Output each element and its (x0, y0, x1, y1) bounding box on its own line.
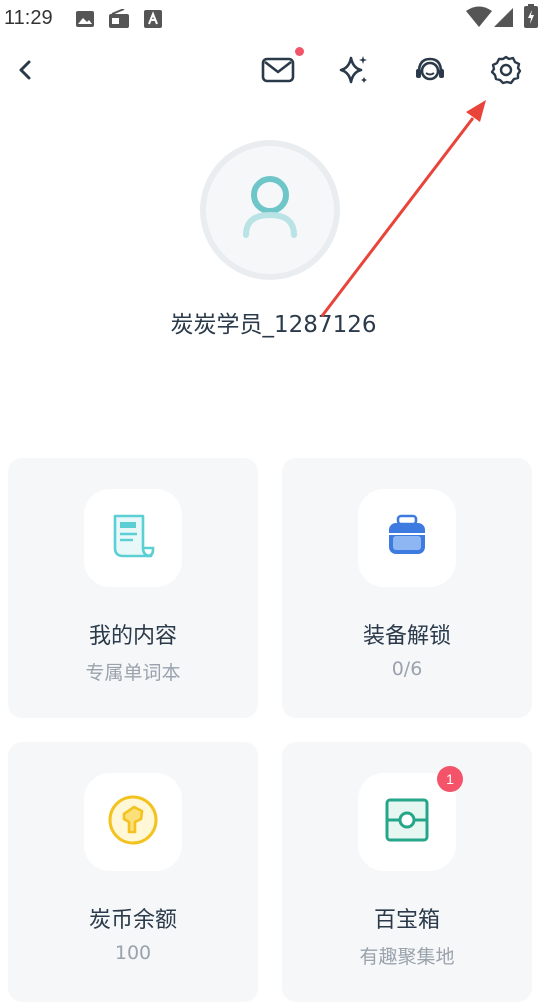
annotation-arrow (320, 100, 486, 317)
